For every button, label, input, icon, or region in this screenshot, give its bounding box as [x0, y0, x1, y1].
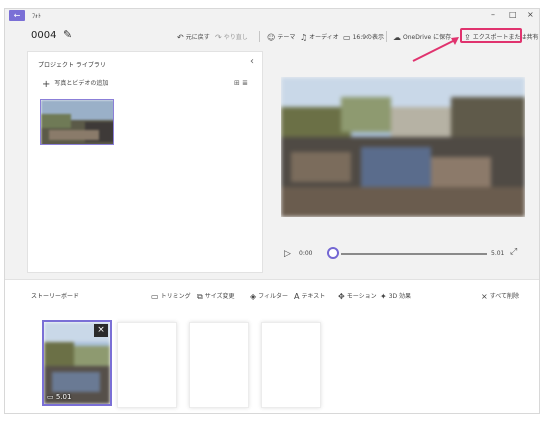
- storyboard-title: ストーリーボード: [31, 293, 80, 300]
- title-card-button[interactable]: ▭ トリミング: [151, 291, 191, 301]
- pencil-icon[interactable]: ✎: [63, 28, 72, 41]
- title-bar: ← ﾌｫﾄ – □ ×: [5, 9, 539, 23]
- clip-duration: ▭ 5.01: [47, 393, 72, 401]
- separator: [386, 31, 387, 42]
- audio-button[interactable]: ♫ オーディオ: [300, 32, 339, 42]
- aspect-ratio-icon: ▭: [343, 33, 351, 42]
- plus-icon: +: [42, 79, 51, 90]
- add-media-button[interactable]: + 写真とビデオの追加: [42, 78, 108, 90]
- redo-button[interactable]: ↷ やり直し: [215, 32, 248, 42]
- library-title: プロジェクト ライブラリ: [38, 62, 106, 69]
- redo-icon: ↷: [215, 33, 222, 42]
- empty-clip-slot[interactable]: [117, 322, 177, 408]
- audio-icon: ♫: [300, 33, 308, 42]
- project-library-panel: プロジェクト ライブラリ ‹ + 写真とビデオの追加 ⊞ ≣: [27, 51, 263, 273]
- aspect-ratio-button[interactable]: ▭ 16:9の表示: [343, 32, 384, 42]
- video-icon: ▭: [47, 393, 54, 401]
- video-preview[interactable]: [281, 77, 525, 217]
- current-time: 0:00: [299, 250, 313, 257]
- export-highlight-box: [460, 28, 522, 43]
- storyboard-clip[interactable]: × ▭ 5.01: [42, 320, 112, 406]
- grid-view-icon[interactable]: ⊞: [234, 79, 240, 87]
- end-time: 5.01: [491, 250, 505, 257]
- empty-clip-slot[interactable]: [261, 322, 321, 408]
- undo-icon: ↶: [177, 33, 184, 42]
- empty-clip-slot[interactable]: [189, 322, 249, 408]
- fullscreen-icon[interactable]: ⤢: [510, 247, 517, 257]
- more-options-button[interactable]: …: [527, 30, 533, 37]
- cloud-icon: ☁: [393, 33, 401, 42]
- seek-handle[interactable]: [327, 247, 339, 259]
- library-thumbnail[interactable]: [40, 99, 114, 145]
- command-bar: 0004 ✎ ↶ 元に戻す ↷ やり直し ☺ テーマ ♫ オーディオ ▭ 16:9の表示 …: [5, 23, 539, 49]
- app-window: ← ﾌｫﾄ – □ × 0004 ✎ ↶ 元に戻す ↷ やり直し ☺ テーマ ♫ オーデ…: [4, 8, 540, 414]
- remove-clip-button[interactable]: ×: [94, 324, 108, 337]
- title-card-icon: ▭: [151, 292, 159, 301]
- motion-icon: ✥: [338, 292, 345, 301]
- maximize-button[interactable]: □: [509, 10, 517, 19]
- text-button[interactable]: A テキスト: [294, 291, 325, 301]
- filter-button[interactable]: ◈ フィルター: [250, 291, 288, 301]
- filter-icon: ◈: [250, 292, 257, 301]
- separator: [259, 31, 260, 42]
- 3d-effects-button[interactable]: ✦ 3D 効果: [380, 291, 411, 301]
- undo-button[interactable]: ↶ 元に戻す: [177, 32, 210, 42]
- motion-button[interactable]: ✥ モーション: [338, 291, 377, 301]
- back-button[interactable]: ←: [9, 10, 25, 21]
- text-icon: A: [294, 292, 300, 301]
- back-arrow-icon: ←: [13, 11, 21, 20]
- list-view-icon[interactable]: ≣: [242, 79, 248, 87]
- storyboard-panel: ストーリーボード ▭ トリミング ⧉ サイズ変更 ◈ フィルター A テキスト ✥ モーシ…: [5, 279, 539, 413]
- play-button[interactable]: ▷: [284, 249, 291, 259]
- close-button[interactable]: ×: [527, 10, 534, 19]
- remove-all-button[interactable]: × すべて削除: [481, 291, 519, 301]
- seek-track[interactable]: [341, 253, 487, 255]
- resize-icon: ⧉: [197, 292, 203, 301]
- preview-image: [281, 77, 525, 217]
- view-toggle[interactable]: ⊞ ≣: [234, 79, 248, 87]
- 3d-effects-icon: ✦: [380, 292, 387, 301]
- theme-button[interactable]: ☺ テーマ: [267, 32, 295, 42]
- minimize-button[interactable]: –: [491, 10, 495, 19]
- close-icon: ×: [97, 325, 105, 335]
- close-icon: ×: [481, 292, 488, 301]
- app-title: ﾌｫﾄ: [32, 13, 42, 20]
- theme-icon: ☺: [267, 33, 276, 42]
- chevron-left-icon[interactable]: ‹: [250, 56, 254, 67]
- resize-button[interactable]: ⧉ サイズ変更: [197, 291, 235, 302]
- thumbnail-image: [41, 100, 113, 144]
- save-onedrive-button[interactable]: ☁ OneDrive に保存: [393, 32, 451, 42]
- project-name[interactable]: 0004: [31, 30, 56, 41]
